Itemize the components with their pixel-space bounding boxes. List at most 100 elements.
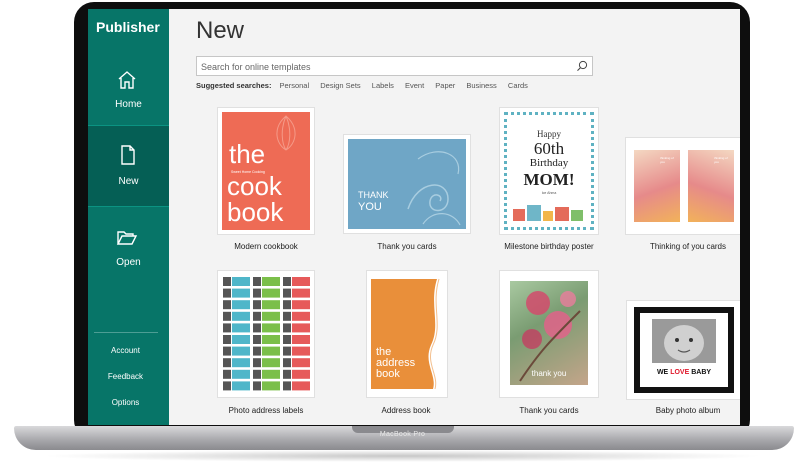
- address-book-line3: book: [376, 368, 400, 380]
- address-label-item: [223, 323, 250, 333]
- app-window: Publisher Home New Open Account Feedback…: [88, 9, 740, 425]
- address-label-item: [223, 300, 250, 310]
- address-label-item: [253, 311, 280, 321]
- address-label-item: [223, 358, 250, 368]
- laptop-shadow: [40, 450, 765, 462]
- address-label-item: [223, 288, 250, 298]
- new-document-icon: [121, 145, 135, 165]
- address-label-item: [223, 369, 250, 379]
- thank-you-blue-line1: THANK: [358, 190, 389, 200]
- app-title: Publisher: [96, 19, 160, 35]
- nav-new[interactable]: New: [88, 125, 169, 207]
- suggest-event[interactable]: Event: [405, 81, 424, 90]
- thinking-card-text-2: thinking of you: [714, 156, 728, 164]
- nav-open[interactable]: Open: [88, 207, 169, 287]
- gift-boxes-graphic: [513, 205, 583, 221]
- address-label-item: [283, 311, 310, 321]
- address-label-item: [283, 369, 310, 379]
- sidebar-divider: [94, 332, 158, 333]
- template-label: Thinking of you cards: [649, 242, 727, 251]
- address-label-item: [283, 358, 310, 368]
- birthday-line3: Birthday: [529, 157, 569, 169]
- template-label: Photo address labels: [228, 406, 304, 415]
- birthday-line4: MOM!: [523, 170, 575, 189]
- birthday-thumbnail: Happy 60th Birthday MOM! Ice Ahma: [504, 112, 594, 230]
- suggested-searches-label: Suggested searches:: [196, 81, 272, 90]
- baby-photo: [652, 319, 716, 363]
- device-label: MacBook Pro: [379, 431, 426, 438]
- address-label-item: [253, 335, 280, 344]
- suggest-business[interactable]: Business: [466, 81, 496, 90]
- thinking-card-thumbnail-2: thinking of you: [688, 150, 734, 222]
- folder-open-icon: [116, 231, 138, 245]
- address-book-thumbnail: the address book: [371, 275, 443, 393]
- baby-album-caption: WE LOVE BABY: [634, 369, 734, 376]
- address-label-item: [253, 369, 280, 379]
- address-label-item: [223, 381, 250, 391]
- address-label-item: [253, 300, 280, 310]
- address-label-item: [283, 381, 310, 391]
- backstage-sidebar: Publisher Home New Open Account Feedback…: [88, 9, 169, 425]
- suggested-searches: Suggested searches: Personal Design Sets…: [196, 81, 537, 90]
- nav-open-label: Open: [116, 257, 141, 268]
- birthday-line2: 60th: [533, 139, 565, 158]
- nav-account[interactable]: Account: [88, 346, 163, 355]
- address-label-item: [283, 323, 310, 333]
- thank-you-photo-text: thank you: [531, 369, 567, 378]
- thank-you-blue-thumbnail: THANK YOU: [348, 139, 466, 229]
- whisk-graphic: [276, 115, 296, 151]
- template-card-baby-photo-album[interactable]: WE LOVE BABY: [626, 300, 740, 400]
- template-card-modern-cookbook[interactable]: the Sweet Home Cooking cook book: [217, 107, 315, 235]
- search-icon[interactable]: [576, 60, 588, 72]
- address-label-item: [223, 311, 250, 321]
- template-label: Milestone birthday poster: [504, 242, 594, 251]
- photo-address-labels-thumbnail: [223, 277, 310, 391]
- suggest-cards[interactable]: Cards: [508, 81, 528, 90]
- baby-album-text-love: LOVE: [670, 369, 690, 376]
- template-card-thank-you-cards-blue[interactable]: THANK YOU: [343, 134, 471, 234]
- template-label: Thank you cards: [519, 406, 579, 415]
- address-label-item: [223, 346, 250, 356]
- thank-you-blue-line2: YOU: [358, 201, 382, 213]
- page-title: New: [196, 17, 245, 44]
- address-label-item: [253, 288, 280, 298]
- address-label-item: [253, 381, 280, 391]
- template-card-photo-address-labels[interactable]: [217, 270, 315, 398]
- address-label-item: [283, 288, 310, 298]
- address-label-item: [253, 323, 280, 333]
- template-label: Baby photo album: [655, 406, 721, 415]
- nav-home-label: Home: [115, 99, 142, 110]
- birthday-small-text: Ice Ahma: [541, 191, 557, 195]
- template-search-box: [196, 56, 593, 76]
- address-label-item: [283, 277, 310, 286]
- template-search-input[interactable]: [197, 58, 575, 76]
- address-label-item: [253, 358, 280, 368]
- nav-home[interactable]: Home: [88, 49, 169, 129]
- swirl-graphic: [407, 151, 461, 226]
- suggest-paper[interactable]: Paper: [435, 81, 455, 90]
- address-label-item: [253, 346, 280, 356]
- address-label-item: [253, 277, 280, 286]
- template-label: Modern cookbook: [234, 242, 298, 251]
- suggest-labels[interactable]: Labels: [372, 81, 394, 90]
- template-label: Address book: [381, 406, 431, 415]
- thinking-card-text-1: thinking of you: [660, 156, 674, 164]
- nav-options[interactable]: Options: [88, 398, 163, 407]
- thinking-card-thumbnail-1: thinking of you: [634, 150, 680, 222]
- nav-feedback[interactable]: Feedback: [88, 372, 163, 381]
- baby-album-thumbnail: WE LOVE BABY: [634, 307, 734, 393]
- thank-you-photo-thumbnail: thank you: [510, 281, 588, 385]
- address-label-item: [283, 300, 310, 310]
- template-card-thinking-of-you-cards[interactable]: thinking of you thinking of you: [625, 137, 740, 235]
- cookbook-text-cook: cook: [227, 171, 282, 201]
- address-label-item: [223, 335, 250, 344]
- template-card-thank-you-cards-photo[interactable]: thank you: [499, 270, 599, 398]
- cookbook-thumbnail: the Sweet Home Cooking cook book: [222, 112, 310, 230]
- suggest-design-sets[interactable]: Design Sets: [320, 81, 360, 90]
- suggest-personal[interactable]: Personal: [280, 81, 310, 90]
- home-icon: [118, 71, 136, 89]
- baby-album-text-we: WE: [656, 369, 669, 376]
- template-card-milestone-birthday-poster[interactable]: Happy 60th Birthday MOM! Ice Ahma: [499, 107, 599, 235]
- address-label-item: [283, 346, 310, 356]
- template-card-address-book[interactable]: the address book: [366, 270, 448, 398]
